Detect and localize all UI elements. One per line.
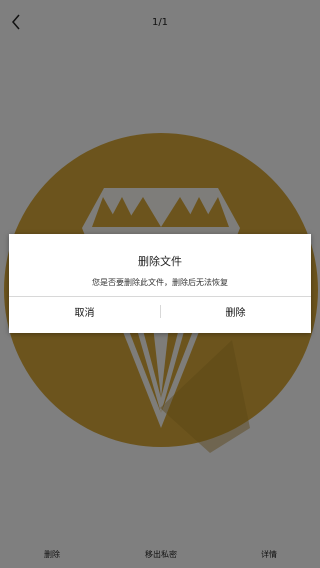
confirm-delete-button[interactable]: 删除 <box>160 304 311 319</box>
dialog-message: 您是否要删除此文件，删除后无法恢复 <box>92 278 228 287</box>
cancel-button[interactable]: 取消 <box>9 304 160 319</box>
dialog-divider <box>9 296 311 297</box>
dialog-title: 删除文件 <box>138 255 182 268</box>
delete-file-dialog: 删除文件 您是否要删除此文件，删除后无法恢复 取消 删除 <box>9 234 311 333</box>
